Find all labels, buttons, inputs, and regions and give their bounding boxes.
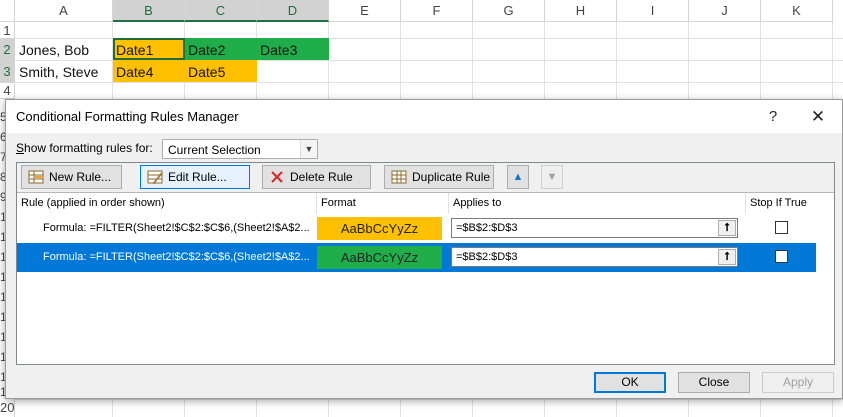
close-button[interactable]: Close bbox=[678, 372, 750, 393]
ok-button[interactable]: OK bbox=[594, 372, 666, 393]
select-all-corner[interactable] bbox=[0, 0, 15, 22]
applies-to-value: =$B$2:$D$3 bbox=[456, 251, 518, 263]
edit-rule-button[interactable]: Edit Rule... bbox=[140, 165, 250, 189]
show-label-text: how formatting rules for: bbox=[24, 141, 153, 155]
applies-to-input[interactable]: =$B$2:$D$3 ⭡ bbox=[451, 218, 738, 238]
rule-formula: Formula: =FILTER(Sheet2!$C$2:$C$6,(Sheet… bbox=[43, 222, 310, 234]
delete-rule-button[interactable]: Delete Rule bbox=[262, 165, 371, 189]
cell-d2[interactable]: Date3 bbox=[257, 38, 329, 60]
column-header-c[interactable]: C bbox=[185, 0, 257, 22]
collapse-range-icon[interactable]: ⭡ bbox=[718, 249, 736, 265]
rules-list-header: Rule (applied in order shown) Format App… bbox=[17, 193, 834, 214]
conditional-formatting-dialog: Conditional Formatting Rules Manager ? ✕… bbox=[5, 99, 843, 399]
applies-to-value: =$B$2:$D$3 bbox=[456, 222, 518, 234]
row-header-20[interactable]: 20 bbox=[0, 399, 15, 417]
show-rules-dropdown[interactable]: Current Selection ▼ bbox=[162, 139, 318, 159]
row-header-2[interactable]: 2 bbox=[0, 39, 15, 61]
row-header-3[interactable]: 3 bbox=[0, 61, 15, 83]
show-rules-value: Current Selection bbox=[168, 143, 261, 157]
close-icon[interactable]: ✕ bbox=[796, 100, 840, 133]
show-rules-label: Show formatting rules for: bbox=[16, 141, 153, 155]
dialog-title: Conditional Formatting Rules Manager bbox=[16, 109, 239, 124]
edit-rule-icon bbox=[147, 170, 163, 185]
new-rule-label: New Rule... bbox=[49, 170, 112, 184]
edit-rule-label: Edit Rule... bbox=[168, 170, 227, 184]
column-header-f[interactable]: F bbox=[401, 0, 473, 22]
rule-column-header: Rule (applied in order shown) bbox=[17, 193, 317, 214]
column-header-i[interactable]: I bbox=[617, 0, 689, 22]
column-header-a[interactable]: A bbox=[15, 0, 113, 22]
duplicate-rule-label: Duplicate Rule bbox=[412, 170, 491, 184]
cell-a2[interactable]: Jones, Bob bbox=[16, 38, 112, 60]
rule-row[interactable]: Formula: =FILTER(Sheet2!$C$2:$C$6,(Sheet… bbox=[17, 214, 816, 243]
format-preview: AaBbCcYyZz bbox=[317, 246, 442, 269]
cell-b2[interactable]: Date1 bbox=[113, 38, 185, 60]
duplicate-rule-button[interactable]: Duplicate Rule bbox=[384, 165, 494, 189]
applies-to-column-header: Applies to bbox=[449, 193, 746, 214]
column-header-e[interactable]: E bbox=[329, 0, 401, 22]
gridline bbox=[15, 82, 843, 83]
new-rule-button[interactable]: New Rule... bbox=[21, 165, 122, 189]
column-header-h[interactable]: H bbox=[545, 0, 617, 22]
column-header-g[interactable]: G bbox=[473, 0, 545, 22]
rule-formula: Formula: =FILTER(Sheet2!$C$2:$C$6,(Sheet… bbox=[43, 251, 310, 263]
column-header-j[interactable]: J bbox=[689, 0, 761, 22]
cell-c3[interactable]: Date5 bbox=[185, 60, 257, 82]
delete-rule-label: Delete Rule bbox=[290, 170, 353, 184]
format-preview: AaBbCcYyZz bbox=[317, 217, 442, 240]
duplicate-rule-icon bbox=[391, 170, 407, 184]
delete-icon bbox=[271, 171, 283, 183]
row-header-1[interactable]: 1 bbox=[0, 22, 15, 39]
arrow-down-icon[interactable]: ▼ bbox=[541, 165, 563, 189]
apply-button[interactable]: Apply bbox=[762, 372, 834, 393]
stop-if-true-checkbox[interactable] bbox=[775, 250, 788, 263]
format-column-header: Format bbox=[317, 193, 449, 214]
column-header-d[interactable]: D bbox=[257, 0, 329, 22]
help-icon[interactable]: ? bbox=[751, 100, 795, 133]
stop-if-true-column-header: Stop If True bbox=[750, 197, 807, 209]
arrow-up-icon[interactable]: ▲ bbox=[507, 165, 529, 189]
rule-row-selected[interactable]: Formula: =FILTER(Sheet2!$C$2:$C$6,(Sheet… bbox=[17, 243, 816, 272]
cell-c2[interactable]: Date2 bbox=[185, 38, 257, 60]
stop-if-true-checkbox[interactable] bbox=[775, 221, 788, 234]
dialog-titlebar[interactable]: Conditional Formatting Rules Manager ? ✕ bbox=[6, 100, 842, 133]
column-header-b[interactable]: B bbox=[113, 0, 185, 22]
rules-toolbar: New Rule... Edit Rule... Delete Rule Dup… bbox=[17, 163, 834, 193]
row-header-4[interactable]: 4 bbox=[0, 83, 15, 99]
new-rule-icon bbox=[28, 170, 44, 184]
cell-b3[interactable]: Date4 bbox=[113, 60, 185, 82]
collapse-range-icon[interactable]: ⭡ bbox=[718, 220, 736, 236]
cell-a3[interactable]: Smith, Steve bbox=[16, 60, 112, 82]
chevron-down-icon[interactable]: ▼ bbox=[300, 140, 317, 158]
applies-to-input[interactable]: =$B$2:$D$3 ⭡ bbox=[451, 247, 738, 267]
rules-panel: New Rule... Edit Rule... Delete Rule Dup… bbox=[16, 162, 835, 365]
column-header-k[interactable]: K bbox=[761, 0, 833, 22]
show-label-accesskey: S bbox=[16, 141, 25, 155]
gridline bbox=[15, 399, 843, 400]
